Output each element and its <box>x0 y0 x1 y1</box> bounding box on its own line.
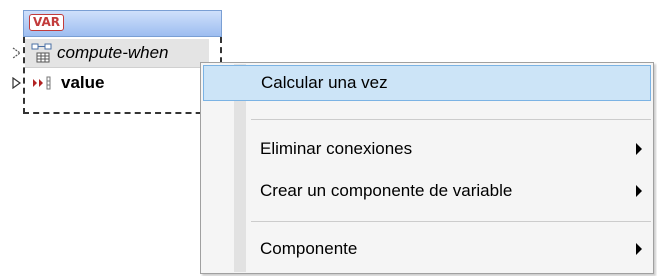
menu-item-eliminar-conexiones[interactable]: Eliminar conexiones <box>203 131 651 167</box>
variable-component[interactable]: VAR compute-when value <box>12 10 222 114</box>
menu-item-label: Crear un componente de variable <box>260 181 513 200</box>
menu-item-crear-componente-variable[interactable]: Crear un componente de variable <box>203 173 651 209</box>
menu-item-label: Eliminar conexiones <box>260 139 413 158</box>
value-row[interactable]: value <box>12 69 105 97</box>
submenu-arrow-icon <box>636 185 642 197</box>
menu-separator <box>251 119 651 120</box>
input-port-icon[interactable] <box>12 77 22 89</box>
submenu-arrow-icon <box>636 143 642 155</box>
menu-item-calcular-una-vez[interactable]: Calcular una vez <box>203 65 651 101</box>
parameter-icon <box>31 43 52 63</box>
var-badge: VAR <box>29 14 64 31</box>
value-label: value <box>61 73 105 92</box>
mapping-canvas: VAR compute-when value Calcular una vez … <box>0 0 657 276</box>
menu-separator <box>251 221 651 222</box>
menu-item-label: Calcular una vez <box>261 73 388 92</box>
context-menu: Calcular una vez Eliminar conexiones Cre… <box>200 62 654 274</box>
component-header[interactable]: VAR <box>23 10 222 37</box>
submenu-arrow-icon <box>636 243 642 255</box>
component-body: compute-when value <box>12 37 222 114</box>
compute-when-row[interactable]: compute-when <box>12 39 209 68</box>
input-port-icon[interactable] <box>12 47 22 59</box>
compute-when-label: compute-when <box>57 43 169 62</box>
menu-item-componente[interactable]: Componente <box>203 231 651 267</box>
menu-item-label: Componente <box>260 239 358 258</box>
value-output-icon <box>33 76 51 90</box>
